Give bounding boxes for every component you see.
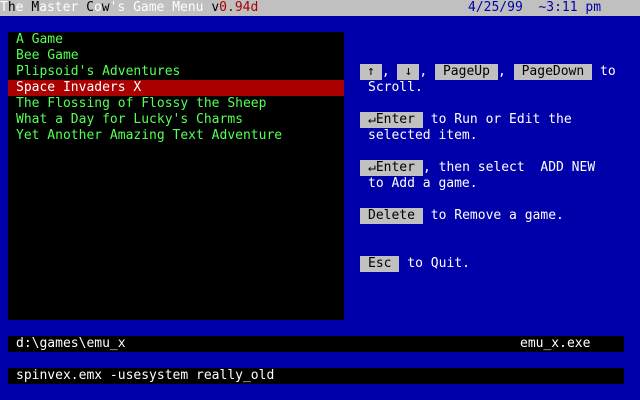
list-item[interactable]: The Flossing of Flossy the Sheep	[8, 96, 344, 112]
title-part: v	[211, 0, 220, 15]
help-text: ,	[381, 64, 398, 79]
title-bar: The Master Cow's Game Menu v0.94d 4/25/9…	[0, 0, 640, 16]
list-item[interactable]: Plipsoid's Adventures	[8, 64, 344, 80]
app-title: The Master Cow's Game Menu v0.94d	[0, 0, 258, 16]
list-item[interactable]: Yet Another Amazing Text Adventure	[8, 128, 344, 144]
help-text: Scroll.	[368, 80, 423, 95]
help-run: ↵Enter to Run or Edit the selected item.	[360, 112, 632, 144]
help-text: to Remove a game.	[422, 208, 564, 223]
directory-field[interactable]: d:\games\emu_x	[8, 336, 512, 352]
help-text: to Quit.	[399, 256, 470, 271]
title-part: M	[31, 0, 40, 15]
title-part: w	[101, 0, 110, 15]
enter-key: ↵Enter	[360, 112, 423, 128]
help-text: selected item.	[368, 128, 478, 143]
title-part: C	[86, 0, 94, 15]
pageup-key: PageUp	[434, 64, 498, 80]
up-arrow-key: ↑	[360, 64, 382, 80]
enter-key: ↵Enter	[360, 160, 423, 176]
version-label: 0.94d	[219, 0, 259, 15]
date-time: 4/25/99 ~3:11 pm	[468, 0, 602, 15]
esc-key: Esc	[360, 256, 400, 272]
delete-key: Delete	[360, 208, 423, 224]
help-text: to Run or Edit the	[422, 112, 572, 127]
help-add: ↵Enter, then select ADD NEW to Add a gam…	[360, 160, 632, 192]
help-text: to Add a game.	[368, 176, 478, 191]
executable-field[interactable]: emu_x.exe	[512, 336, 624, 352]
list-item[interactable]: What a Day for Lucky's Charms	[8, 112, 344, 128]
help-quit: Esc to Quit.	[360, 256, 632, 272]
help-scroll: ↑, ↓, PageUp, PageDown to Scroll.	[360, 64, 632, 96]
list-item[interactable]: A Game	[8, 32, 344, 48]
title-part: aster	[39, 0, 87, 15]
list-item-selected[interactable]: Space Invaders X	[8, 80, 344, 96]
help-text: , then select ADD NEW	[422, 160, 596, 175]
title-part: e	[15, 0, 32, 15]
game-list[interactable]: A Game Bee Game Plipsoid's Adventures Sp…	[8, 32, 344, 320]
title-part: h	[7, 0, 16, 15]
title-part: o	[93, 0, 102, 15]
help-delete: Delete to Remove a game.	[360, 208, 632, 224]
arguments-field[interactable]: spinvex.emx -usesystem really_old	[8, 368, 624, 384]
title-part: 's Game Menu	[109, 0, 212, 15]
help-text: ,	[419, 64, 435, 79]
pagedown-key: PageDown	[513, 64, 593, 80]
down-arrow-key: ↓	[397, 64, 420, 80]
help-text: to	[592, 64, 616, 79]
list-item[interactable]: Bee Game	[8, 48, 344, 64]
help-text: ,	[497, 64, 514, 79]
title-part: T	[0, 0, 8, 15]
